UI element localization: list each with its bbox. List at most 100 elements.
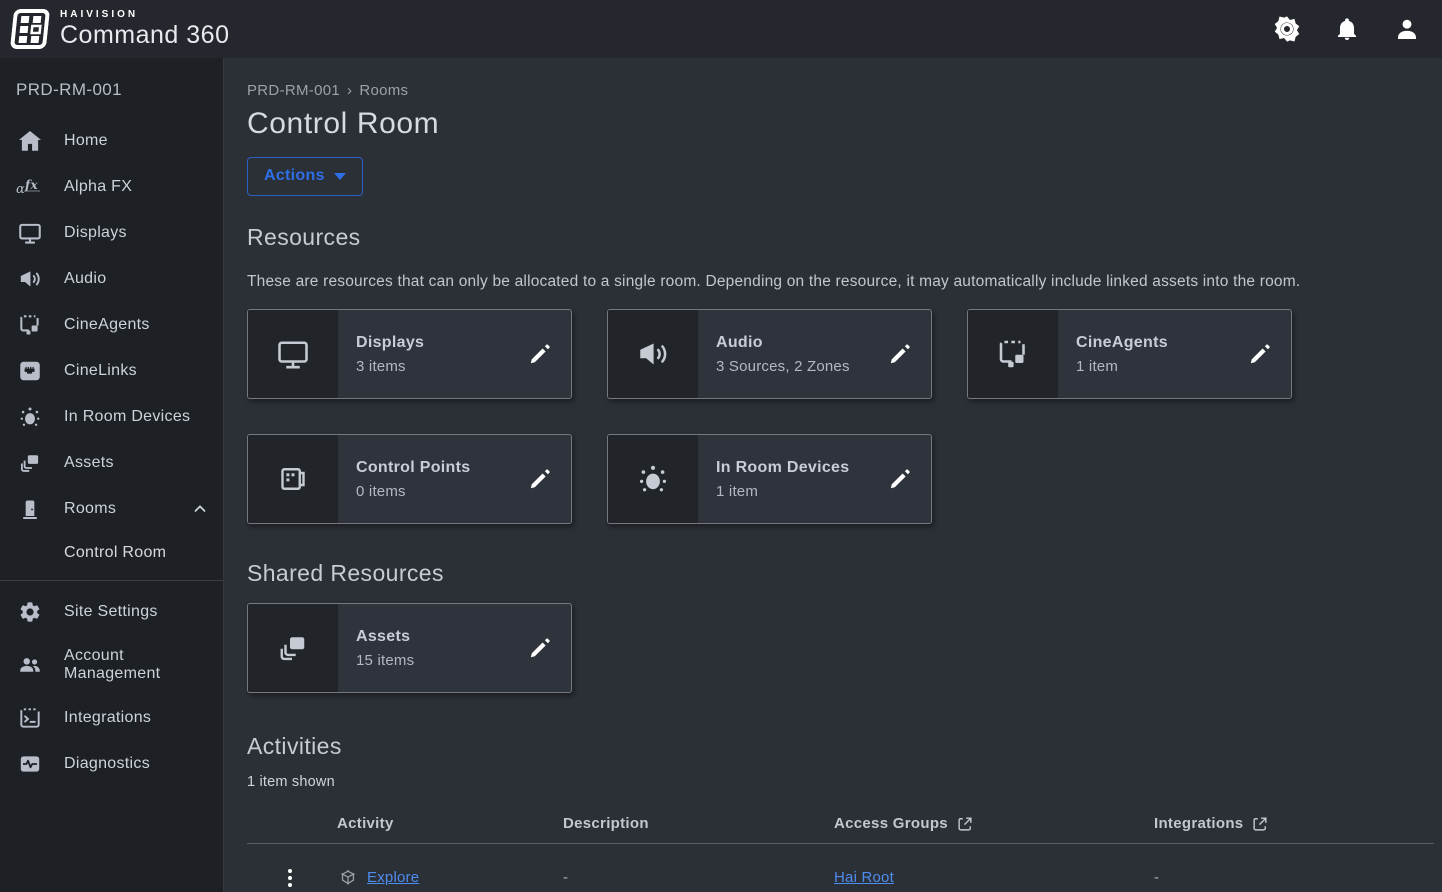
svg-text:fx: fx xyxy=(24,178,38,192)
shared-resource-cards: Assets 15 items xyxy=(247,603,1307,693)
account-person-icon[interactable] xyxy=(1392,14,1422,44)
sidebar-item-label: Alpha FX xyxy=(64,178,209,196)
activity-link[interactable]: Explore xyxy=(367,869,419,886)
actions-button-label: Actions xyxy=(264,167,325,185)
caret-down-icon xyxy=(334,173,346,180)
sidebar-item-diagnostics[interactable]: Diagnostics xyxy=(0,741,223,787)
brand: HAIVISION Command 360 xyxy=(12,9,229,49)
card-control-points: Control Points 0 items xyxy=(247,434,572,524)
column-integrations[interactable]: Integrations xyxy=(1154,815,1434,833)
card-cineagents: CineAgents 1 item xyxy=(967,309,1292,399)
app-window: HAIVISION Command 360 xyxy=(0,0,1442,892)
topbar-actions xyxy=(1272,14,1428,44)
sidebar-item-label: Audio xyxy=(64,270,209,288)
breadcrumb: PRD-RM-001 › Rooms xyxy=(247,82,1434,99)
sidebar: PRD-RM-001 Home α fx Alpha FX xyxy=(0,58,224,892)
sidebar-item-assets[interactable]: Assets xyxy=(0,440,223,486)
display-icon xyxy=(16,220,44,246)
pulse-icon xyxy=(16,751,44,777)
card-title: Control Points xyxy=(356,459,525,477)
activities-table: Activity Description Access Groups Integ… xyxy=(247,804,1434,892)
sidebar-item-label: Assets xyxy=(64,454,209,472)
settings-icon[interactable] xyxy=(1272,14,1302,44)
sidebar-item-label: Home xyxy=(64,132,209,150)
sidebar-item-label: Integrations xyxy=(64,709,209,727)
breadcrumb-separator: › xyxy=(347,82,352,99)
assets-icon xyxy=(248,604,338,692)
sidebar-site-label: PRD-RM-001 xyxy=(0,72,223,118)
access-group-link[interactable]: Hai Root xyxy=(834,869,894,886)
card-title: Displays xyxy=(356,334,525,352)
resources-heading: Resources xyxy=(247,224,1434,251)
sidebar-item-integrations[interactable]: Integrations xyxy=(0,695,223,741)
explore-cube-icon xyxy=(337,868,359,888)
edit-pencil-icon[interactable] xyxy=(1245,339,1275,369)
sidebar-item-account-management[interactable]: Account Management xyxy=(0,635,223,695)
sidebar-item-site-settings[interactable]: Site Settings xyxy=(0,589,223,635)
sidebar-divider xyxy=(0,580,223,581)
shared-resources-heading: Shared Resources xyxy=(247,560,1434,587)
sidebar-item-label: In Room Devices xyxy=(64,408,209,426)
sidebar-item-label: Rooms xyxy=(64,500,191,518)
column-description: Description xyxy=(563,815,834,832)
sidebar-item-label: CineLinks xyxy=(64,362,209,380)
breadcrumb-rooms[interactable]: Rooms xyxy=(359,82,408,99)
assets-icon xyxy=(16,450,44,476)
top-bar: HAIVISION Command 360 xyxy=(0,0,1442,58)
card-assets: Assets 15 items xyxy=(247,603,572,693)
users-icon xyxy=(16,652,44,678)
edit-pencil-icon[interactable] xyxy=(525,339,555,369)
in-room-devices-icon xyxy=(16,404,44,430)
sidebar-item-audio[interactable]: Audio xyxy=(0,256,223,302)
sidebar-item-label: Diagnostics xyxy=(64,755,209,773)
external-link-icon xyxy=(1251,815,1269,833)
terminal-icon xyxy=(16,705,44,731)
resources-description: These are resources that can only be all… xyxy=(247,270,1397,293)
brand-text: HAIVISION Command 360 xyxy=(60,10,229,48)
audio-icon xyxy=(16,266,44,292)
gear-icon xyxy=(16,600,44,624)
sidebar-item-alpha-fx[interactable]: α fx Alpha FX xyxy=(0,164,223,210)
sidebar-item-control-room[interactable]: Control Room xyxy=(0,532,223,574)
edit-pencil-icon[interactable] xyxy=(525,633,555,663)
activities-heading: Activities xyxy=(247,733,1434,760)
card-subtitle: 1 item xyxy=(716,483,885,500)
sidebar-item-rooms[interactable]: Rooms xyxy=(0,486,223,532)
card-in-room-devices: In Room Devices 1 item xyxy=(607,434,932,524)
page-title: Control Room xyxy=(247,107,1434,141)
card-subtitle: 15 items xyxy=(356,652,525,669)
column-access-groups[interactable]: Access Groups xyxy=(834,815,1154,833)
sidebar-item-label: CineAgents xyxy=(64,316,209,334)
sidebar-item-cineagents[interactable]: CineAgents xyxy=(0,302,223,348)
home-icon xyxy=(16,128,44,154)
integrations-value: - xyxy=(1154,869,1434,886)
chevron-up-icon[interactable] xyxy=(191,500,209,518)
actions-button[interactable]: Actions xyxy=(247,157,363,196)
sidebar-item-cinelinks[interactable]: CineLinks xyxy=(0,348,223,394)
sidebar-item-home[interactable]: Home xyxy=(0,118,223,164)
in-room-devices-icon xyxy=(608,435,698,523)
card-displays: Displays 3 items xyxy=(247,309,572,399)
edit-pencil-icon[interactable] xyxy=(885,339,915,369)
activities-count: 1 item shown xyxy=(247,774,1434,790)
control-points-icon xyxy=(248,435,338,523)
card-subtitle: 1 item xyxy=(1076,358,1245,375)
alpha-fx-icon: α fx xyxy=(16,176,44,198)
card-title: In Room Devices xyxy=(716,459,885,477)
row-menu-kebab-icon[interactable] xyxy=(277,863,303,892)
sidebar-item-displays[interactable]: Displays xyxy=(0,210,223,256)
brand-name: HAIVISION xyxy=(60,10,229,20)
display-icon xyxy=(248,310,338,398)
sidebar-subitem-label: Control Room xyxy=(64,544,166,562)
edit-pencil-icon[interactable] xyxy=(525,464,555,494)
cineagents-icon xyxy=(16,312,44,338)
table-row: Explore - Hai Root - xyxy=(247,844,1434,892)
card-subtitle: 3 items xyxy=(356,358,525,375)
sidebar-item-in-room-devices[interactable]: In Room Devices xyxy=(0,394,223,440)
column-activity: Activity xyxy=(337,815,563,832)
svg-text:α: α xyxy=(16,182,25,197)
notifications-bell-icon[interactable] xyxy=(1332,14,1362,44)
breadcrumb-room[interactable]: PRD-RM-001 xyxy=(247,82,340,99)
edit-pencil-icon[interactable] xyxy=(885,464,915,494)
description-value: - xyxy=(563,869,834,886)
